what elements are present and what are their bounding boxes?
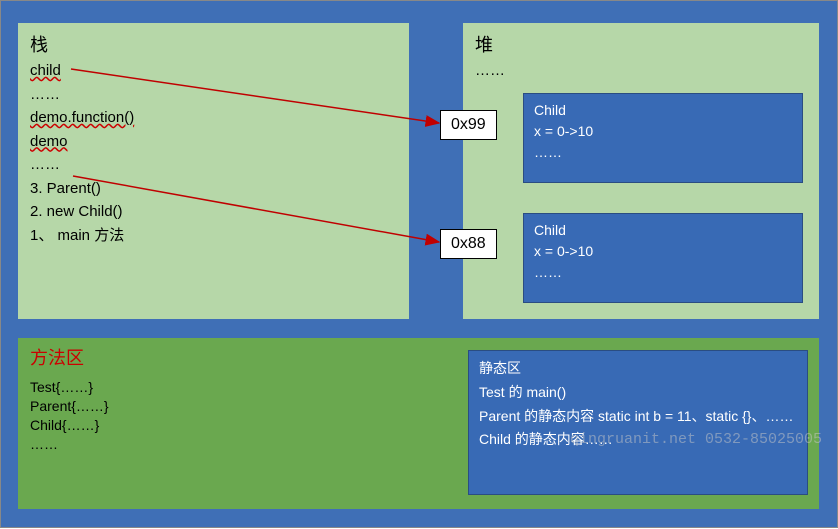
static-line: Test 的 main() [479, 381, 797, 405]
heap-prefix: …… [475, 61, 807, 81]
stack-region: 栈 child …… demo.function() demo …… 3. Pa… [16, 21, 411, 321]
static-area-region: 静态区 Test 的 main() Parent 的静态内容 static in… [468, 350, 808, 495]
heap-region: 堆 …… Child x = 0->10 …… Child x = 0->10 … [461, 21, 821, 321]
method-area-region: 方法区 Test{……} Parent{……} Child{……} …… 静态区… [16, 336, 821, 511]
heap-object: Child x = 0->10 …… [523, 213, 803, 303]
stack-item: …… [30, 85, 397, 105]
memory-diagram: 栈 child …… demo.function() demo …… 3. Pa… [0, 0, 838, 528]
heap-object: Child x = 0->10 …… [523, 93, 803, 183]
stack-item: demo [30, 133, 68, 150]
obj-rest: …… [534, 142, 792, 163]
static-line: Parent 的静态内容 static int b = 11、static {}… [479, 405, 797, 429]
watermark: qingruanit.net 0532-85025005 [570, 431, 822, 448]
heap-title: 堆 [475, 31, 807, 57]
stack-item: 1、 main 方法 [30, 226, 397, 246]
address-label: 0x88 [440, 229, 497, 259]
obj-name: Child [534, 100, 792, 121]
obj-name: Child [534, 220, 792, 241]
stack-item: child [30, 62, 61, 79]
stack-item: demo.function() [30, 109, 134, 126]
address-label: 0x99 [440, 110, 497, 140]
stack-item: 3. Parent() [30, 179, 397, 199]
static-area-title: 静态区 [479, 357, 797, 381]
stack-item: …… [30, 155, 397, 175]
obj-field: x = 0->10 [534, 121, 792, 142]
obj-field: x = 0->10 [534, 241, 792, 262]
stack-title: 栈 [30, 31, 397, 57]
obj-rest: …… [534, 262, 792, 283]
stack-item: 2. new Child() [30, 202, 397, 222]
